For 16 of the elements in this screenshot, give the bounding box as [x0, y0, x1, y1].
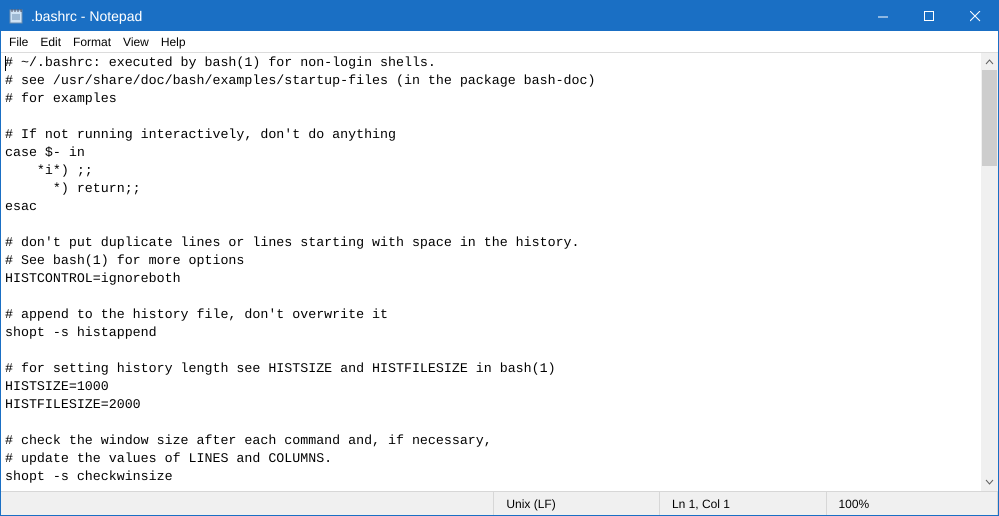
status-text: 100% [826, 492, 998, 515]
menu-item[interactable]: Format [67, 32, 118, 50]
status-text: Ln 1, Col 1 [658, 492, 826, 515]
maximize-icon [924, 10, 934, 22]
notepad-icon [9, 8, 23, 24]
scrollbar-thumb[interactable] [982, 70, 997, 166]
vertical-scrollbar[interactable] [981, 53, 998, 491]
menu-item[interactable]: Help [154, 32, 192, 50]
text-cursor [5, 56, 6, 71]
window-title: .bashrc - Notepad [31, 8, 144, 24]
editor-text[interactable]: # ~/.bashrc: executed by bash(1) for non-login shells. # see /usr/share/doc/bash/examples/startup-files (in the package bash-doc) # for examples # If not running interactively, don't do anything case $- in *i*) ;; *) return;; esac # don't put duplicate lines or lines starting with space in the history. # See bash(1) for more options HISTCONTROL=ignoreboth # append to the history file, don't overwrite it shopt -s histappend # for setting history length see HISTSIZE and HISTFILESIZE in bash(1) HISTSIZE=1000 HISTFILESIZE=2000 # check the window size after each command and, if necessary, # update the values of LINES and COLUMNS. shopt -s checkwinsize [1, 53, 981, 491]
status-text: Unix (LF) [493, 492, 659, 515]
close-icon [970, 10, 980, 22]
menu-item[interactable]: File [3, 32, 34, 50]
menu-item[interactable]: View [117, 32, 155, 50]
menu-item[interactable]: Edit [34, 32, 68, 50]
